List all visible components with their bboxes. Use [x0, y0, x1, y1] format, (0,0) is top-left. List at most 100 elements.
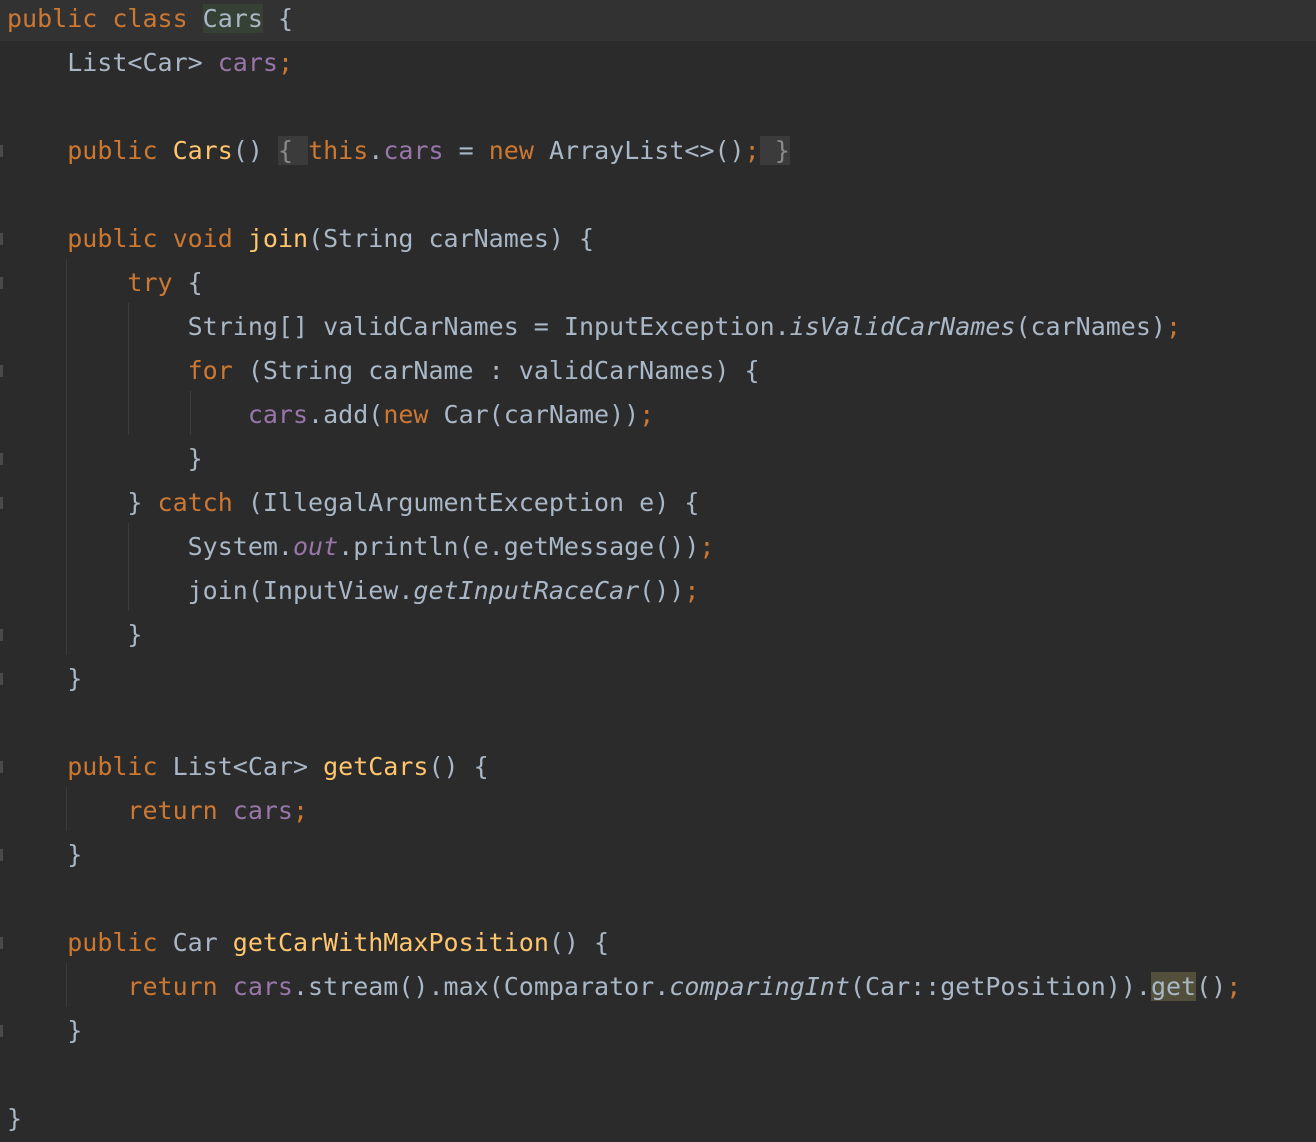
code-token: System.: [7, 532, 293, 561]
fold-marker-icon[interactable]: [0, 145, 3, 157]
code-line[interactable]: System.out.println(e.getMessage());: [0, 525, 1316, 569]
code-token: {: [187, 268, 203, 297]
code-token: (Car::getPosition)).: [849, 972, 1151, 1001]
code-token: }: [7, 1016, 83, 1045]
code-token: isValidCarNames: [789, 312, 1016, 341]
code-token: }: [7, 620, 143, 649]
code-token: (String carNames) {: [308, 224, 595, 253]
code-line[interactable]: String[] validCarNames = InputException.…: [0, 305, 1316, 349]
fold-marker-icon[interactable]: [0, 761, 3, 773]
code-token: join(InputView.: [7, 576, 414, 605]
code-token: public: [67, 928, 173, 957]
code-token: .: [368, 136, 384, 165]
code-token: {: [262, 4, 293, 33]
code-text: cars.add(new Car(carName));: [7, 393, 654, 437]
fold-marker-icon[interactable]: [0, 497, 3, 509]
code-text: public List<Car> getCars() {: [7, 745, 489, 789]
code-line[interactable]: public Car getCarWithMaxPosition() {: [0, 921, 1316, 965]
code-line[interactable]: [0, 85, 1316, 129]
code-line[interactable]: }: [0, 437, 1316, 481]
code-token: .add(: [308, 400, 384, 429]
code-token: ;: [699, 532, 715, 561]
code-token: this: [308, 136, 369, 165]
fold-marker-icon[interactable]: [0, 453, 3, 465]
fold-marker-icon[interactable]: [0, 277, 3, 289]
code-token: .println(e.getMessage()): [338, 532, 700, 561]
code-text: System.out.println(e.getMessage());: [7, 525, 715, 569]
indent-guide: [128, 523, 129, 611]
code-line[interactable]: }: [0, 833, 1316, 877]
code-line[interactable]: return cars;: [0, 789, 1316, 833]
code-text: try {: [7, 261, 203, 305]
code-line[interactable]: join(InputView.getInputRaceCar());: [0, 569, 1316, 613]
fold-marker-icon[interactable]: [0, 849, 3, 861]
code-line[interactable]: [0, 173, 1316, 217]
fold-marker-icon[interactable]: [0, 673, 3, 685]
code-token: ;: [277, 48, 293, 77]
indent-guide: [190, 391, 191, 435]
code-token: String[] validCarNames = InputException.: [7, 312, 790, 341]
code-line[interactable]: return cars.stream().max(Comparator.comp…: [0, 965, 1316, 1009]
code-line[interactable]: public List<Car> getCars() {: [0, 745, 1316, 789]
code-text: return cars;: [7, 789, 308, 833]
code-line[interactable]: }: [0, 1009, 1316, 1053]
code-line[interactable]: }: [0, 613, 1316, 657]
fold-marker-icon[interactable]: [0, 1025, 3, 1037]
code-token: cars: [232, 796, 293, 825]
code-token: =: [443, 136, 489, 165]
code-token: (carNames): [1015, 312, 1166, 341]
code-line[interactable]: [0, 877, 1316, 921]
code-token: out: [292, 532, 339, 561]
code-editor[interactable]: public class Cars { List<Car> cars; publ…: [0, 0, 1316, 1142]
indent-guide: [66, 787, 67, 831]
code-text: public Car getCarWithMaxPosition() {: [7, 921, 609, 965]
code-text: }: [7, 1097, 22, 1141]
fold-marker-icon[interactable]: [0, 365, 3, 377]
code-token: ;: [1226, 972, 1242, 1001]
code-line[interactable]: try {: [0, 261, 1316, 305]
fold-marker-icon[interactable]: [0, 629, 3, 641]
code-token: .stream().max(Comparator.: [293, 972, 670, 1001]
fold-marker-icon[interactable]: [0, 233, 3, 245]
code-line[interactable]: public Cars() { this.cars = new ArrayLis…: [0, 129, 1316, 173]
code-token: Car(carName)): [443, 400, 640, 429]
code-line[interactable]: public class Cars {: [0, 0, 1316, 41]
code-text: public void join(String carNames) {: [7, 217, 594, 261]
code-token: ;: [1165, 312, 1182, 341]
code-token: cars: [217, 48, 278, 77]
code-line[interactable]: public void join(String carNames) {: [0, 217, 1316, 261]
code-token: ArrayList<>(): [548, 136, 745, 165]
code-line[interactable]: [0, 1053, 1316, 1097]
code-line[interactable]: }: [0, 657, 1316, 701]
code-line[interactable]: }: [0, 1097, 1316, 1141]
code-token: getCarWithMaxPosition: [232, 928, 549, 957]
code-token: (): [232, 136, 278, 165]
code-token: () {: [548, 928, 610, 957]
code-token: public: [67, 752, 173, 781]
code-token: () {: [428, 752, 489, 781]
code-token: Car: [172, 928, 233, 957]
code-token: getInputRaceCar: [413, 576, 640, 605]
code-token: public: [67, 136, 173, 165]
code-line[interactable]: } catch (IllegalArgumentException e) {: [0, 481, 1316, 525]
code-line[interactable]: [0, 701, 1316, 745]
code-token: public void: [67, 224, 248, 253]
code-text: } catch (IllegalArgumentException e) {: [7, 481, 699, 525]
code-token: Cars: [172, 136, 233, 165]
code-line[interactable]: cars.add(new Car(carName));: [0, 393, 1316, 437]
code-token: ;: [293, 796, 309, 825]
code-text: }: [7, 1009, 82, 1053]
code-token: cars: [247, 400, 309, 429]
fold-marker-icon[interactable]: [0, 937, 3, 949]
code-token: }: [7, 1104, 23, 1133]
indent-guide: [66, 259, 67, 655]
code-token: cars: [232, 972, 293, 1001]
code-token: (): [1196, 972, 1227, 1001]
code-line[interactable]: List<Car> cars;: [0, 41, 1316, 85]
code-text: return cars.stream().max(Comparator.comp…: [7, 965, 1241, 1009]
code-line[interactable]: for (String carName : validCarNames) {: [0, 349, 1316, 393]
